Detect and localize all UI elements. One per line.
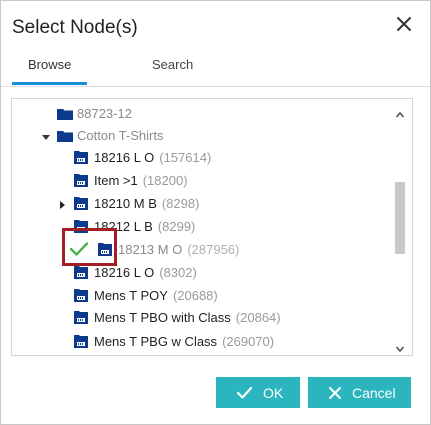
ok-button[interactable]: OK: [216, 377, 300, 408]
tree-scrollbar[interactable]: [393, 105, 407, 353]
folder-icon: [57, 129, 73, 142]
folder-icon: [57, 107, 73, 120]
tree-row-label: Item >1: [94, 172, 138, 188]
tab-search[interactable]: Search: [152, 57, 193, 72]
tree-row[interactable]: 18210 M B (8298): [57, 193, 199, 213]
node-icon: [73, 172, 89, 188]
node-tree[interactable]: 88723-12 Cotton T-Shirts 18216 L O (1576…: [11, 98, 413, 356]
ok-button-label: OK: [263, 384, 284, 401]
tree-row-label: Cotton T-Shirts: [77, 127, 164, 143]
node-icon: [73, 287, 89, 303]
tab-bar: Browse Search: [1, 52, 430, 87]
tree-row-label: Mens T PBG w Class: [94, 333, 218, 349]
scrollbar-thumb[interactable]: [395, 182, 405, 254]
tree-row[interactable]: Mens T PBG w Class (269070): [73, 331, 274, 351]
tab-browse[interactable]: Browse: [28, 57, 71, 72]
node-icon: [73, 333, 89, 349]
collapsed-arrow-icon[interactable]: [57, 198, 67, 209]
tree-row-count: (287956): [187, 241, 240, 257]
tree-row-count: (20864): [235, 309, 281, 325]
expanded-arrow-icon[interactable]: [41, 130, 51, 140]
scroll-down-arrow-icon[interactable]: [395, 341, 405, 353]
tree-row-label: 18216 L O: [94, 149, 155, 165]
cancel-button-label: Cancel: [352, 384, 396, 401]
select-node-dialog: Select Node(s) Browse Search 88723-12 Co…: [0, 0, 431, 425]
tree-row-count: (269070): [222, 333, 275, 349]
tree-row-count: (8302): [159, 264, 197, 280]
tree-row-count: (157614): [159, 149, 212, 165]
node-icon: [73, 195, 89, 211]
tree-row-label: Mens T POY: [94, 287, 168, 303]
tree-row-label: 18210 M B: [94, 195, 157, 211]
tree-row-label: Mens T PBO with Class: [94, 309, 231, 325]
selection-highlight-box: [62, 228, 117, 266]
tree-row-count: (8298): [161, 195, 200, 211]
check-icon: [236, 384, 253, 401]
tree-row-count: (20688): [172, 287, 218, 303]
dialog-title: Select Node(s): [12, 17, 138, 38]
node-icon: [73, 309, 89, 325]
tree-row[interactable]: Mens T PBO with Class (20864): [73, 307, 281, 327]
x-icon: [328, 386, 342, 400]
tree-row[interactable]: 18216 L O (157614): [73, 147, 211, 167]
tree-row[interactable]: Item >1 (18200): [73, 170, 188, 190]
tree-row-label: 18216 L O: [94, 264, 155, 280]
close-icon[interactable]: [393, 13, 415, 35]
node-icon: [73, 149, 89, 165]
tree-row-count: (18200): [142, 172, 188, 188]
tree-row[interactable]: 88723-12: [57, 103, 132, 123]
scroll-up-arrow-icon[interactable]: [395, 107, 405, 118]
cancel-button[interactable]: Cancel: [308, 377, 411, 408]
tree-row[interactable]: Cotton T-Shirts: [41, 125, 163, 145]
tree-row-label: 88723-12: [77, 105, 132, 121]
tree-row-label: 18213 M O: [118, 241, 183, 257]
tree-row-count: (8299): [157, 218, 196, 234]
active-tab-indicator: [12, 82, 87, 85]
tree-row[interactable]: Mens T POY (20688): [73, 285, 218, 305]
node-icon: [73, 264, 89, 280]
